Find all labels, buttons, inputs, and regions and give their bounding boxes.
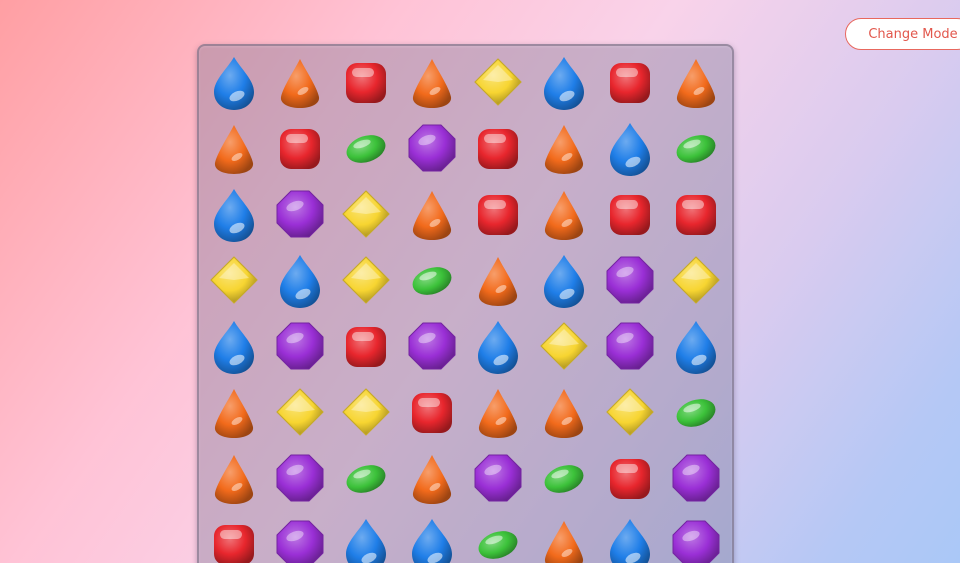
blue-drop-candy-icon[interactable] — [201, 313, 267, 379]
purple-octagon-candy-icon[interactable] — [597, 313, 663, 379]
red-square-candy-icon[interactable] — [465, 181, 531, 247]
purple-octagon-candy-icon[interactable] — [399, 313, 465, 379]
blue-drop-candy-icon[interactable] — [663, 313, 729, 379]
red-square-candy-icon[interactable] — [597, 49, 663, 115]
blue-drop-candy-icon[interactable] — [597, 511, 663, 563]
red-square-candy-icon[interactable] — [399, 379, 465, 445]
purple-octagon-candy-icon[interactable] — [267, 313, 333, 379]
orange-cone-candy-icon[interactable] — [201, 379, 267, 445]
blue-drop-candy-icon[interactable] — [597, 115, 663, 181]
purple-octagon-candy-icon[interactable] — [267, 181, 333, 247]
purple-octagon-candy-icon[interactable] — [267, 511, 333, 563]
blue-drop-candy-icon[interactable] — [399, 511, 465, 563]
red-square-candy-icon[interactable] — [465, 115, 531, 181]
orange-cone-candy-icon[interactable] — [531, 115, 597, 181]
orange-cone-candy-icon[interactable] — [267, 49, 333, 115]
orange-cone-candy-icon[interactable] — [399, 49, 465, 115]
yellow-diamond-candy-icon[interactable] — [597, 379, 663, 445]
red-square-candy-icon[interactable] — [663, 181, 729, 247]
purple-octagon-candy-icon[interactable] — [465, 445, 531, 511]
green-bean-candy-icon[interactable] — [465, 511, 531, 563]
orange-cone-candy-icon[interactable] — [201, 445, 267, 511]
red-square-candy-icon[interactable] — [333, 313, 399, 379]
orange-cone-candy-icon[interactable] — [465, 379, 531, 445]
yellow-diamond-candy-icon[interactable] — [201, 247, 267, 313]
green-bean-candy-icon[interactable] — [663, 379, 729, 445]
purple-octagon-candy-icon[interactable] — [399, 115, 465, 181]
blue-drop-candy-icon[interactable] — [201, 49, 267, 115]
green-bean-candy-icon[interactable] — [333, 445, 399, 511]
orange-cone-candy-icon[interactable] — [399, 445, 465, 511]
green-bean-candy-icon[interactable] — [663, 115, 729, 181]
orange-cone-candy-icon[interactable] — [531, 379, 597, 445]
red-square-candy-icon[interactable] — [597, 445, 663, 511]
purple-octagon-candy-icon[interactable] — [663, 445, 729, 511]
yellow-diamond-candy-icon[interactable] — [531, 313, 597, 379]
red-square-candy-icon[interactable] — [267, 115, 333, 181]
orange-cone-candy-icon[interactable] — [531, 181, 597, 247]
red-square-candy-icon[interactable] — [201, 511, 267, 563]
game-board — [197, 44, 734, 563]
orange-cone-candy-icon[interactable] — [465, 247, 531, 313]
green-bean-candy-icon[interactable] — [399, 247, 465, 313]
green-bean-candy-icon[interactable] — [333, 115, 399, 181]
yellow-diamond-candy-icon[interactable] — [465, 49, 531, 115]
change-mode-button[interactable]: Change Mode — [845, 18, 960, 50]
yellow-diamond-candy-icon[interactable] — [333, 247, 399, 313]
yellow-diamond-candy-icon[interactable] — [333, 379, 399, 445]
purple-octagon-candy-icon[interactable] — [267, 445, 333, 511]
green-bean-candy-icon[interactable] — [531, 445, 597, 511]
blue-drop-candy-icon[interactable] — [531, 49, 597, 115]
red-square-candy-icon[interactable] — [333, 49, 399, 115]
red-square-candy-icon[interactable] — [597, 181, 663, 247]
purple-octagon-candy-icon[interactable] — [663, 511, 729, 563]
blue-drop-candy-icon[interactable] — [465, 313, 531, 379]
blue-drop-candy-icon[interactable] — [531, 247, 597, 313]
orange-cone-candy-icon[interactable] — [531, 511, 597, 563]
blue-drop-candy-icon[interactable] — [333, 511, 399, 563]
blue-drop-candy-icon[interactable] — [201, 181, 267, 247]
purple-octagon-candy-icon[interactable] — [597, 247, 663, 313]
yellow-diamond-candy-icon[interactable] — [333, 181, 399, 247]
candy-grid — [199, 46, 732, 563]
orange-cone-candy-icon[interactable] — [399, 181, 465, 247]
yellow-diamond-candy-icon[interactable] — [663, 247, 729, 313]
yellow-diamond-candy-icon[interactable] — [267, 379, 333, 445]
blue-drop-candy-icon[interactable] — [267, 247, 333, 313]
orange-cone-candy-icon[interactable] — [201, 115, 267, 181]
orange-cone-candy-icon[interactable] — [663, 49, 729, 115]
